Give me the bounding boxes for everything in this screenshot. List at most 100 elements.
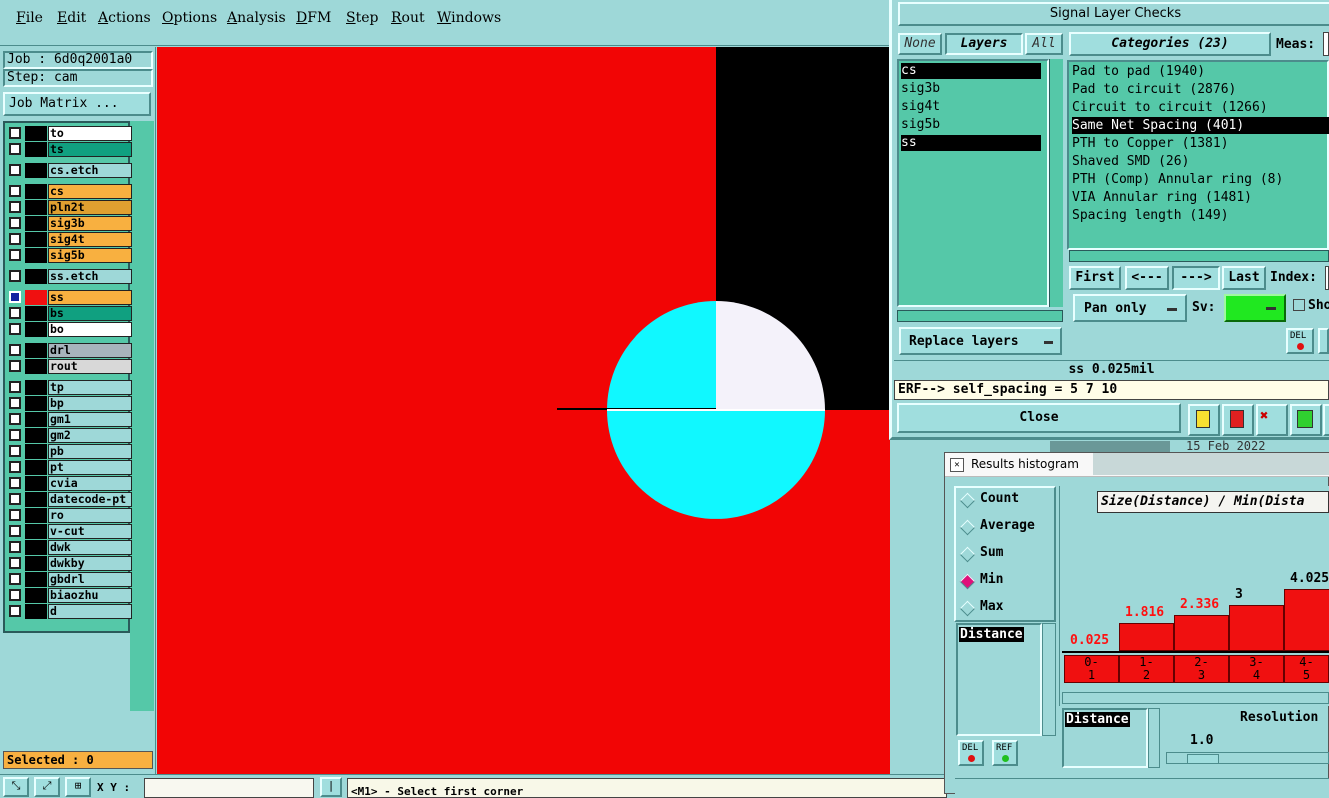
category-item[interactable]: Pad to pad (1940) <box>1072 63 1329 80</box>
zoom-home-icon[interactable]: ⤡ <box>3 777 29 797</box>
layer-checkbox[interactable] <box>9 429 21 441</box>
layer-color-swatch[interactable] <box>25 290 47 305</box>
layer-color-swatch[interactable] <box>25 142 47 157</box>
hist-ref-button[interactable]: REF <box>992 740 1018 766</box>
layer-row[interactable]: ts <box>8 142 132 157</box>
layer-checkbox[interactable] <box>9 493 21 505</box>
layer-checkbox[interactable] <box>9 573 21 585</box>
layer-row[interactable]: gbdrl <box>8 572 132 587</box>
layer-checkbox[interactable] <box>9 413 21 425</box>
histogram-bin-label[interactable]: 3- 4 <box>1229 655 1284 683</box>
category-item[interactable]: Same Net Spacing (401) <box>1072 117 1329 134</box>
layer-row[interactable]: rout <box>8 359 132 374</box>
layer-checkbox[interactable] <box>9 509 21 521</box>
layer-name[interactable]: tp <box>48 380 132 395</box>
layer-checkbox[interactable] <box>9 605 21 617</box>
layer-name[interactable]: drl <box>48 343 132 358</box>
layer-name[interactable]: bp <box>48 396 132 411</box>
layer-color-swatch[interactable] <box>25 200 47 215</box>
layer-color-swatch[interactable] <box>25 540 47 555</box>
layer-name[interactable]: ss.etch <box>48 269 132 284</box>
layer-checkbox[interactable] <box>9 461 21 473</box>
layer-row[interactable]: dwkby <box>8 556 132 571</box>
layer-color-swatch[interactable] <box>25 412 47 427</box>
all-button[interactable]: All <box>1025 33 1063 55</box>
layer-checkbox[interactable] <box>9 185 21 197</box>
extra-icon-button-partial[interactable] <box>1323 404 1329 436</box>
last-button[interactable]: Last <box>1222 266 1266 290</box>
export-icon-button[interactable] <box>1222 404 1254 436</box>
layer-checkbox[interactable] <box>9 557 21 569</box>
category-item[interactable]: PTH to Copper (1381) <box>1072 135 1329 152</box>
close-button[interactable]: Close <box>897 403 1181 433</box>
replace-layers-dropdown[interactable]: Replace layers <box>899 327 1062 355</box>
layer-color-swatch[interactable] <box>25 572 47 587</box>
layer-checkbox[interactable] <box>9 291 21 303</box>
histogram-bin-label[interactable]: 2- 3 <box>1174 655 1229 683</box>
next-button[interactable]: ---> <box>1172 266 1220 290</box>
layer-name[interactable]: dwkby <box>48 556 132 571</box>
layer-name[interactable]: bs <box>48 306 132 321</box>
layer-color-swatch[interactable] <box>25 444 47 459</box>
pan-mode-dropdown[interactable]: Pan only <box>1073 294 1187 322</box>
index-field[interactable] <box>1325 266 1329 290</box>
layer-name[interactable]: gm1 <box>48 412 132 427</box>
layer-name[interactable]: v-cut <box>48 524 132 539</box>
layer-checkbox[interactable] <box>9 270 21 282</box>
menu-file[interactable]: File <box>16 10 43 26</box>
layer-row[interactable]: sig4t <box>8 232 132 247</box>
layer-checkbox[interactable] <box>9 397 21 409</box>
layer-checkbox[interactable] <box>9 541 21 553</box>
layer-color-swatch[interactable] <box>25 343 47 358</box>
menu-options[interactable]: Options <box>162 10 217 26</box>
histogram-bin-label[interactable]: 1- 2 <box>1119 655 1174 683</box>
layer-color-swatch[interactable] <box>25 322 47 337</box>
resolution-slider[interactable] <box>1166 752 1329 764</box>
layer-color-swatch[interactable] <box>25 396 47 411</box>
histogram-bin-label[interactable]: 4- 5 <box>1284 655 1329 683</box>
layer-color-swatch[interactable] <box>25 428 47 443</box>
layer-name[interactable]: cs.etch <box>48 163 132 178</box>
prev-button[interactable]: <--- <box>1125 266 1169 290</box>
layer-name[interactable]: dwk <box>48 540 132 555</box>
layer-checkbox[interactable] <box>9 589 21 601</box>
attr-list-scrollbar[interactable] <box>1042 623 1056 736</box>
layer-row[interactable]: ss <box>8 290 132 305</box>
layer-name[interactable]: d <box>48 604 132 619</box>
layer-row[interactable]: pb <box>8 444 132 459</box>
step-icon-button[interactable] <box>1290 404 1322 436</box>
del-icon-button[interactable]: DEL <box>1286 328 1314 354</box>
layer-row[interactable]: sig3b <box>8 216 132 231</box>
layer-row[interactable]: d <box>8 604 132 619</box>
layer-name[interactable]: gm2 <box>48 428 132 443</box>
checks-layer-hscroll[interactable] <box>897 310 1063 322</box>
checks-layer-item[interactable]: cs <box>901 63 1041 79</box>
layer-row[interactable]: v-cut <box>8 524 132 539</box>
radio-count[interactable]: Count <box>958 491 1054 513</box>
layer-checkbox[interactable] <box>9 445 21 457</box>
category-item[interactable]: Pad to circuit (2876) <box>1072 81 1329 98</box>
layer-row[interactable]: bo <box>8 322 132 337</box>
sv-color-dropdown[interactable] <box>1224 294 1286 322</box>
layer-row[interactable]: tp <box>8 380 132 395</box>
layer-color-swatch[interactable] <box>25 556 47 571</box>
layer-color-swatch[interactable] <box>25 306 47 321</box>
layer-name[interactable]: sig5b <box>48 248 132 263</box>
layer-name[interactable]: cs <box>48 184 132 199</box>
category-item[interactable]: VIA Annular ring (1481) <box>1072 189 1329 206</box>
zoom-fit-icon[interactable]: ⤢ <box>34 777 60 797</box>
menu-windows[interactable]: Windows <box>437 10 501 26</box>
layer-row[interactable]: dwk <box>8 540 132 555</box>
slider-thumb[interactable] <box>1187 754 1219 764</box>
histogram-bin-label[interactable]: 0- 1 <box>1064 655 1119 683</box>
histogram-bar[interactable] <box>1284 589 1329 651</box>
menu-rout[interactable]: Rout <box>391 10 425 26</box>
menu-analysis[interactable]: Analysis <box>227 10 286 26</box>
layer-name[interactable]: sig3b <box>48 216 132 231</box>
histogram-bar[interactable] <box>1174 615 1229 651</box>
histogram-bar[interactable] <box>1229 604 1284 651</box>
layer-checkbox[interactable] <box>9 201 21 213</box>
layer-color-swatch[interactable] <box>25 492 47 507</box>
layer-name[interactable]: bo <box>48 322 132 337</box>
layer-name[interactable]: datecode-pt <box>48 492 132 507</box>
